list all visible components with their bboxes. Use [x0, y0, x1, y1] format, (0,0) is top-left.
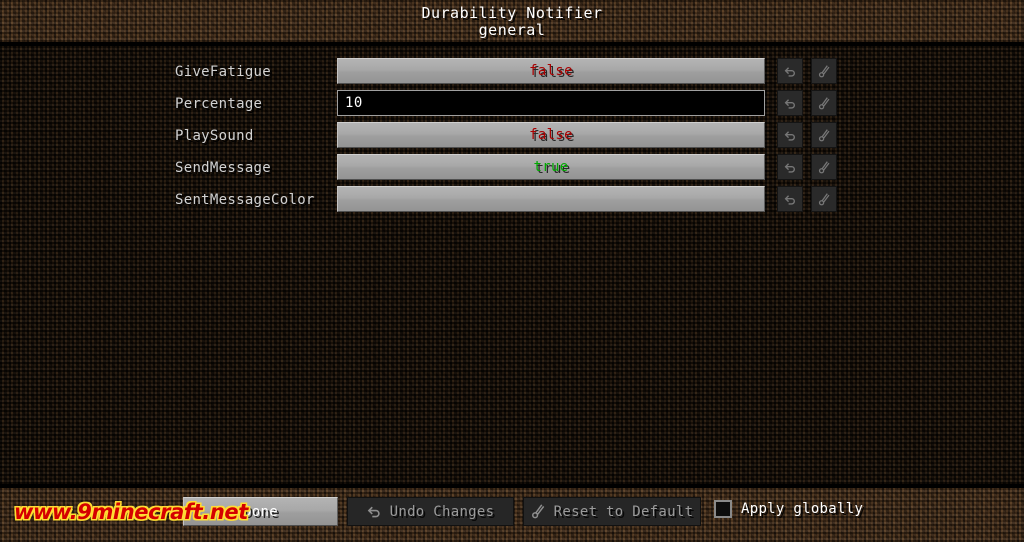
- option-label-sentmessagecolor: SentMessageColor: [175, 192, 315, 208]
- option-label-playsound: PlaySound: [175, 128, 254, 144]
- page-title: Durability Notifier general: [0, 5, 1024, 39]
- option-row: SentMessageColor: [0, 186, 1024, 218]
- option-value: 10: [345, 95, 363, 111]
- undo-arrow-icon: [367, 504, 382, 519]
- reset-to-default-label: Reset to Default: [553, 503, 694, 520]
- option-toggle-playsound[interactable]: false: [337, 122, 765, 148]
- reset-to-default-button[interactable]: Reset to Default: [523, 497, 701, 526]
- undo-arrow-icon[interactable]: [777, 90, 803, 116]
- done-button-label: Done: [243, 503, 278, 520]
- undo-arrow-icon[interactable]: [777, 186, 803, 212]
- option-row: GiveFatigue false: [0, 58, 1024, 90]
- undo-arrow-icon[interactable]: [777, 58, 803, 84]
- option-value: true: [533, 159, 569, 175]
- reset-wrench-icon[interactable]: [811, 90, 837, 116]
- undo-changes-button[interactable]: Undo Changes: [347, 497, 514, 526]
- reset-wrench-icon[interactable]: [811, 186, 837, 212]
- options-list: GiveFatigue false Percentage 10 PlaySound fal…: [0, 58, 1024, 218]
- reset-wrench-icon: [531, 504, 546, 519]
- undo-arrow-icon[interactable]: [777, 122, 803, 148]
- apply-globally-box[interactable]: [714, 500, 732, 518]
- option-toggle-givefatigue[interactable]: false: [337, 58, 765, 84]
- option-input-percentage[interactable]: 10: [337, 90, 765, 116]
- option-label-percentage: Percentage: [175, 96, 263, 112]
- reset-wrench-icon[interactable]: [811, 122, 837, 148]
- undo-arrow-icon[interactable]: [777, 154, 803, 180]
- site-watermark: www.9minecraft.net: [14, 500, 248, 524]
- apply-globally-checkbox[interactable]: Apply globally: [714, 500, 863, 518]
- option-toggle-sentmessagecolor[interactable]: [337, 186, 765, 212]
- option-row: PlaySound false: [0, 122, 1024, 154]
- option-value: false: [529, 127, 573, 143]
- config-title: Durability Notifier: [421, 4, 603, 22]
- option-value: false: [529, 63, 573, 79]
- option-label-givefatigue: GiveFatigue: [175, 64, 272, 80]
- reset-wrench-icon[interactable]: [811, 154, 837, 180]
- config-subtitle: general: [478, 21, 546, 39]
- apply-globally-label: Apply globally: [741, 501, 864, 517]
- option-row: SendMessage true: [0, 154, 1024, 186]
- reset-wrench-icon[interactable]: [811, 58, 837, 84]
- undo-changes-label: Undo Changes: [389, 503, 495, 520]
- option-toggle-sendmessage[interactable]: true: [337, 154, 765, 180]
- option-row: Percentage 10: [0, 90, 1024, 122]
- option-label-sendmessage: SendMessage: [175, 160, 272, 176]
